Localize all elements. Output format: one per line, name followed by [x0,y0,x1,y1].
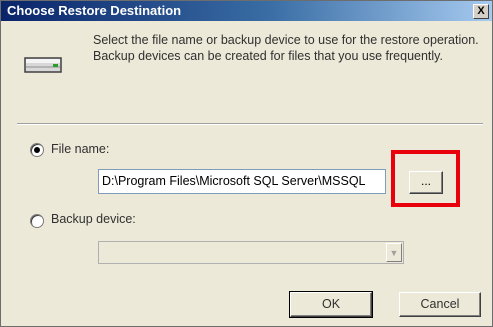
ok-button[interactable]: OK [289,291,373,318]
separator [17,123,483,125]
close-button[interactable]: X [473,4,489,19]
file-name-label: File name: [51,142,110,156]
backup-device-radio[interactable] [30,214,44,228]
backup-device-icon [24,57,62,73]
file-name-input[interactable]: D:\Program Files\Microsoft SQL Server\MS… [98,169,386,194]
window-title: Choose Restore Destination [7,3,182,18]
backup-device-label: Backup device: [51,212,136,226]
chevron-down-icon[interactable]: ▼ [386,243,402,262]
instructions-text: Select the file name or backup device to… [93,33,479,63]
file-name-radio[interactable] [30,143,44,157]
highlight-annotation [391,150,460,207]
restore-destination-dialog: Choose Restore Destination X Select the … [0,0,493,327]
cancel-button[interactable]: Cancel [399,292,481,317]
title-bar: Choose Restore Destination X [1,1,492,21]
backup-device-select[interactable]: ▼ [98,241,404,264]
